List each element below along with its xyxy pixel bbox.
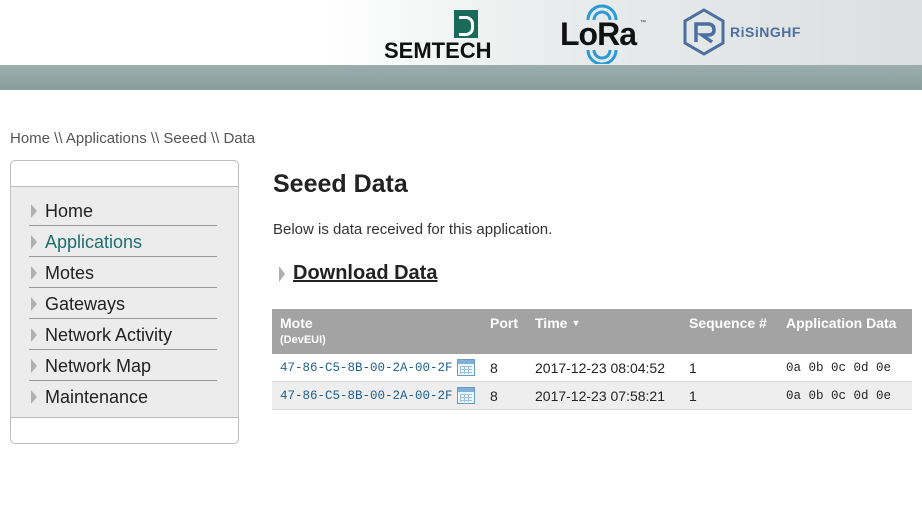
risinghf-hex-icon [683, 8, 725, 56]
sidebar-item-motes[interactable]: Motes [29, 257, 217, 288]
sidebar-item-label: Gateways [45, 294, 126, 314]
column-header-time-label: Time [535, 315, 568, 331]
sidebar-bottom-cap [10, 417, 239, 444]
sidebar-item-applications[interactable]: Applications [29, 226, 217, 257]
download-data-link[interactable]: Download Data [293, 262, 437, 285]
sidebar-item-label: Motes [45, 263, 95, 283]
sidebar-item-label: Maintenance [45, 387, 149, 407]
application-data-cell: 0a 0b 0c 0d 0e [786, 361, 892, 375]
sidebar-item-home[interactable]: Home [29, 195, 217, 226]
column-header-mote-sub: (DevEUI) [280, 334, 326, 346]
triangle-right-icon [31, 359, 37, 373]
mote-deveui-link[interactable]: 47-86-C5-8B-00-2A-00-2F [280, 361, 453, 375]
time-cell: 2017-12-23 07:58:21 [535, 388, 665, 404]
triangle-right-icon [31, 297, 37, 311]
sidebar-item-maintenance[interactable]: Maintenance [29, 381, 217, 412]
sidebar-nav: Home Applications Motes Gateways Network… [10, 187, 239, 417]
port-cell: 8 [490, 388, 498, 404]
breadcrumb[interactable]: Home \\ Applications \\ Seeed \\ Data [10, 130, 255, 147]
intro-text: Below is data received for this applicat… [273, 221, 553, 238]
triangle-right-icon [31, 328, 37, 342]
page-title: Seeed Data [273, 170, 408, 198]
semtech-logo: SEMTECH [384, 8, 544, 63]
calendar-icon[interactable] [457, 359, 475, 376]
sidebar-item-label: Network Map [45, 356, 152, 376]
risinghf-wordmark: RiSiNGHF [730, 24, 801, 40]
column-header-mote[interactable]: Mote (DevEUI) [280, 315, 326, 346]
page-header: SEMTECH LoRa ™ RiSiNGHF [0, 0, 922, 65]
lora-tm: ™ [640, 20, 646, 26]
sidebar-item-label: Network Activity [45, 325, 173, 345]
sidebar-top-cap [10, 160, 239, 187]
sequence-cell: 1 [689, 360, 697, 376]
time-cell: 2017-12-23 08:04:52 [535, 360, 665, 376]
column-header-sequence[interactable]: Sequence # [689, 315, 767, 331]
sort-desc-icon: ▼ [571, 318, 581, 328]
risinghf-logo: RiSiNGHF [680, 6, 820, 58]
semtech-wordmark: SEMTECH [384, 38, 492, 63]
sidebar-item-label: Home [45, 201, 94, 221]
column-header-mote-label: Mote [280, 315, 313, 331]
triangle-right-icon [31, 266, 37, 280]
sidebar-item-gateways[interactable]: Gateways [29, 288, 217, 319]
semtech-mark-icon [454, 10, 478, 38]
sidebar-item-label: Applications [45, 232, 143, 252]
triangle-right-icon [31, 390, 37, 404]
application-data-cell: 0a 0b 0c 0d 0e [786, 389, 892, 403]
column-header-port[interactable]: Port [490, 315, 518, 331]
sidebar: Home Applications Motes Gateways Network… [10, 160, 239, 444]
column-header-application-data[interactable]: Application Data [786, 315, 896, 331]
calendar-icon[interactable] [457, 387, 475, 404]
column-header-time[interactable]: Time ▼ [535, 315, 580, 331]
triangle-right-icon [31, 235, 37, 249]
table-row: 47-86-C5-8B-00-2A-00-2F 8 2017-12-23 08:… [272, 354, 912, 382]
port-cell: 8 [490, 360, 498, 376]
sidebar-item-network-activity[interactable]: Network Activity [29, 319, 217, 350]
lora-logo: LoRa ™ [560, 4, 650, 64]
header-band [0, 65, 922, 90]
triangle-right-icon [279, 266, 285, 282]
sidebar-item-network-map[interactable]: Network Map [29, 350, 217, 381]
table-row: 47-86-C5-8B-00-2A-00-2F 8 2017-12-23 07:… [272, 382, 912, 410]
triangle-right-icon [31, 204, 37, 218]
sequence-cell: 1 [689, 388, 697, 404]
table-header: Mote (DevEUI) Port Time ▼ Sequence # Appl… [272, 309, 912, 354]
mote-deveui-link[interactable]: 47-86-C5-8B-00-2A-00-2F [280, 389, 453, 403]
lora-wave-bottom-icon [586, 49, 618, 64]
